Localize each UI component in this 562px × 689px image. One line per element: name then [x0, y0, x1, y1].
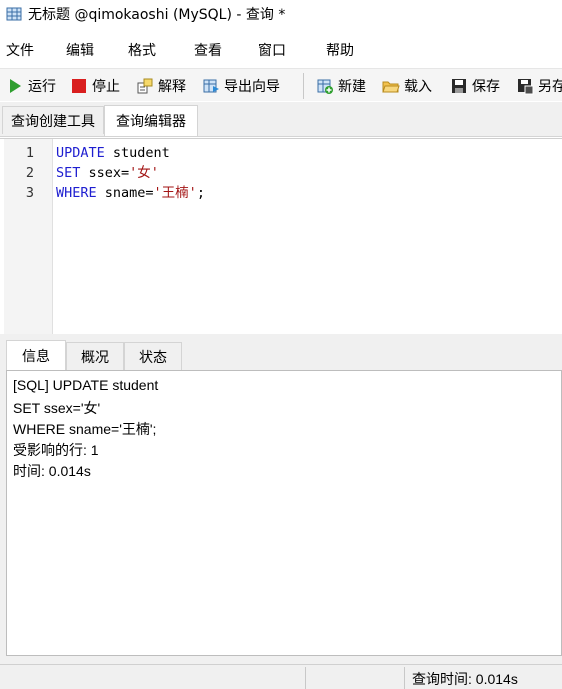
line-number: 2: [25, 165, 34, 181]
stop-label: 停止: [92, 79, 120, 95]
sql-text: ssex=: [80, 165, 130, 181]
menu-view[interactable]: 查看: [194, 40, 222, 60]
tab-status[interactable]: 状态: [124, 342, 182, 370]
tab-info[interactable]: 信息: [6, 340, 66, 371]
load-button[interactable]: 载入: [382, 75, 432, 97]
code-text: UPDATE student: [56, 143, 170, 163]
line-number: 1: [25, 145, 34, 161]
menu-help[interactable]: 帮助: [326, 40, 354, 60]
info-line: 时间: 0.014s: [13, 463, 91, 479]
stop-button[interactable]: 停止: [70, 75, 120, 97]
title-bar: 无标题 @qimokaoshi (MySQL) - 查询 *: [0, 0, 562, 28]
result-tab-strip: 信息 概况 状态: [0, 340, 562, 371]
new-query-icon: [316, 77, 334, 95]
window-title: 无标题 @qimokaoshi (MySQL) - 查询 *: [28, 7, 286, 23]
new-button[interactable]: 新建: [316, 75, 366, 97]
menu-format[interactable]: 格式: [128, 40, 156, 60]
save-as-button[interactable]: 另存: [516, 75, 562, 97]
sql-text: ;: [196, 185, 205, 201]
menu-edit[interactable]: 编辑: [66, 40, 94, 60]
editor-tab-strip: 查询创建工具 查询编辑器: [0, 102, 562, 137]
status-separator: [404, 667, 405, 689]
folder-open-icon: [382, 77, 400, 95]
line-number: 3: [25, 185, 34, 201]
save-button[interactable]: 保存: [450, 75, 500, 97]
tab-overview-label: 概况: [81, 349, 109, 366]
save-as-icon: [516, 77, 534, 95]
tab-info-label: 信息: [22, 349, 50, 365]
sql-text: student: [104, 145, 170, 161]
save-label: 保存: [472, 79, 500, 95]
info-line: WHERE sname='王楠';: [13, 421, 157, 437]
menu-window[interactable]: 窗口: [258, 40, 286, 60]
info-line: 受影响的行: 1: [13, 442, 99, 458]
load-label: 载入: [404, 79, 432, 95]
save-as-label: 另存: [538, 79, 562, 95]
tab-query-editor[interactable]: 查询编辑器: [104, 105, 198, 136]
new-label: 新建: [338, 79, 366, 95]
export-icon: [202, 77, 220, 95]
status-bar: 查询时间: 0.014s: [0, 664, 562, 689]
info-message-panel: [SQL] UPDATE student SET ssex='女' WHERE …: [6, 370, 562, 656]
toolbar: 运行 停止 解释 导出向导 新建 载入 保存 另存: [0, 68, 562, 101]
sql-keyword: WHERE: [56, 185, 97, 201]
tab-query-builder-label: 查询创建工具: [11, 113, 95, 130]
play-icon: [6, 77, 24, 95]
tab-status-label: 状态: [139, 349, 167, 366]
code-line: 1 UPDATE student: [0, 143, 562, 163]
stop-icon: [70, 77, 88, 95]
sql-string: '王楠': [153, 185, 197, 201]
code-line: 3 WHERE sname='王楠';: [0, 183, 562, 203]
sql-keyword: UPDATE: [56, 145, 105, 161]
query-time-status: 查询时间: 0.014s: [412, 671, 518, 687]
tab-overview[interactable]: 概况: [66, 342, 124, 370]
sql-text: sname=: [96, 185, 154, 201]
sql-string: '女': [129, 165, 159, 181]
info-line: [SQL] UPDATE student: [13, 377, 159, 393]
info-line: SET ssex='女': [13, 400, 101, 416]
sql-editor[interactable]: 1 UPDATE student 2 SET ssex='女' 3 WHERE …: [0, 138, 562, 335]
code-text: WHERE sname='王楠';: [56, 183, 205, 203]
tab-query-builder[interactable]: 查询创建工具: [2, 106, 104, 134]
menu-bar: 文件 编辑 格式 查看 窗口 帮助: [0, 36, 562, 62]
export-wizard-button[interactable]: 导出向导: [202, 75, 280, 97]
run-label: 运行: [28, 79, 56, 95]
explain-label: 解释: [158, 79, 186, 95]
sql-keyword: SET: [56, 165, 81, 181]
table-grid-icon: [6, 6, 22, 22]
status-separator: [305, 667, 306, 689]
explain-button[interactable]: 解释: [136, 75, 186, 97]
code-text: SET ssex='女': [56, 163, 159, 183]
run-button[interactable]: 运行: [6, 75, 56, 97]
save-icon: [450, 77, 468, 95]
toolbar-separator: [303, 73, 304, 99]
explain-icon: [136, 77, 154, 95]
export-wizard-label: 导出向导: [224, 79, 280, 95]
menu-file[interactable]: 文件: [6, 40, 34, 60]
code-line: 2 SET ssex='女': [0, 163, 562, 183]
tab-query-editor-label: 查询编辑器: [116, 114, 186, 130]
